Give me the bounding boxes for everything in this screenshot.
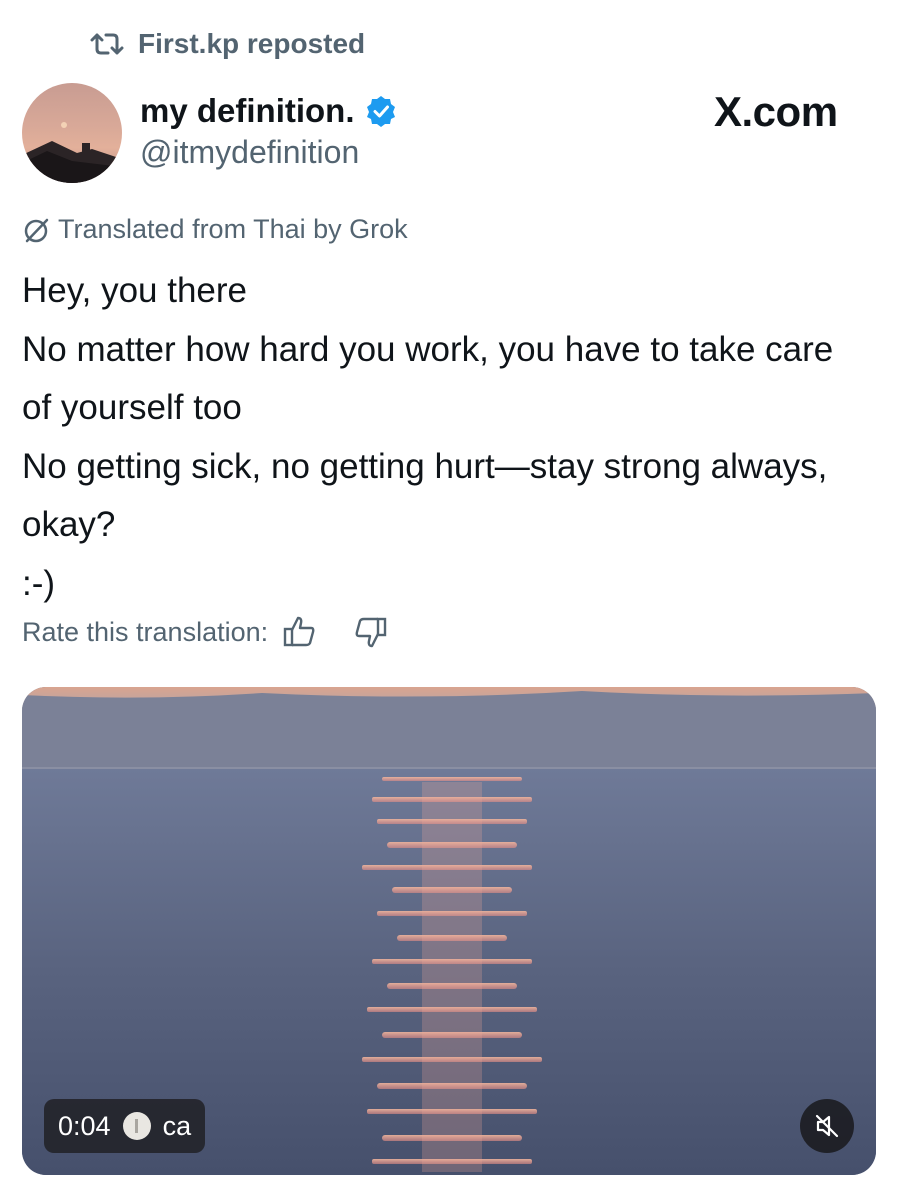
grok-icon bbox=[24, 218, 49, 242]
mute-button[interactable] bbox=[800, 1099, 854, 1153]
author-display-name[interactable]: my definition. bbox=[140, 92, 397, 130]
xcom-watermark: X.com bbox=[714, 88, 838, 135]
author-name-text[interactable]: my definition. bbox=[140, 92, 355, 130]
avatar[interactable] bbox=[22, 83, 122, 183]
translation-label: Translated from Thai by Grok bbox=[58, 214, 408, 244]
post-line: No getting sick, no getting hurt—stay st… bbox=[22, 446, 828, 545]
video-player[interactable]: 0:04 ca bbox=[22, 687, 876, 1175]
author-handle[interactable]: @itmydefinition bbox=[140, 134, 359, 171]
video-timer: 0:04 ca bbox=[44, 1099, 206, 1153]
repost-icon bbox=[90, 33, 124, 55]
post-line: No matter how hard you work, you have to… bbox=[22, 329, 834, 428]
thumbs-up-icon[interactable] bbox=[282, 614, 318, 650]
thumbs-down-icon[interactable] bbox=[352, 614, 388, 650]
repost-text[interactable]: First.kp reposted bbox=[138, 28, 365, 60]
repost-header[interactable]: First.kp reposted bbox=[90, 28, 365, 60]
post-line: :-) bbox=[22, 563, 56, 603]
rate-translation: Rate this translation: bbox=[22, 614, 388, 650]
verified-badge-icon bbox=[366, 96, 395, 127]
caption-toggle-icon[interactable] bbox=[122, 1112, 151, 1140]
translation-notice: Translated from Thai by Grok bbox=[22, 214, 408, 245]
video-time: 0:04 bbox=[58, 1110, 111, 1141]
post-line: Hey, you there bbox=[22, 271, 248, 310]
speaker-muted-icon bbox=[815, 1114, 839, 1138]
post-text: Hey, you there No matter how hard you wo… bbox=[22, 262, 872, 613]
caption-label[interactable]: ca bbox=[163, 1111, 192, 1142]
rate-label: Rate this translation: bbox=[22, 616, 269, 647]
